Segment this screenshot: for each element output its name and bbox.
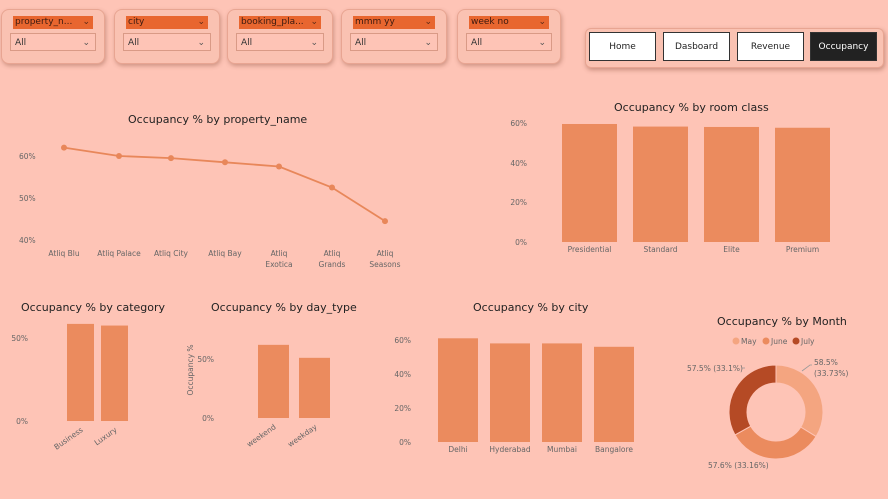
legend-label: June [770, 337, 788, 346]
donut-slice [728, 364, 777, 436]
legend-label: May [741, 337, 757, 346]
data-label: 57.5% (33.1%) [687, 364, 743, 373]
leader-line [801, 364, 812, 372]
donut-chart-month: May June July 58.5% (33.73%) 57.6% (33.16%) 57… [687, 337, 849, 470]
legend-label: July [800, 337, 815, 346]
data-label: 58.5% [814, 358, 838, 367]
data-label: (33.73%) [814, 369, 849, 378]
donut-slice [734, 425, 817, 460]
legend-marker [762, 337, 770, 345]
legend-marker [792, 337, 800, 345]
data-label: 57.6% (33.16%) [708, 461, 769, 470]
legend-marker [732, 337, 740, 345]
